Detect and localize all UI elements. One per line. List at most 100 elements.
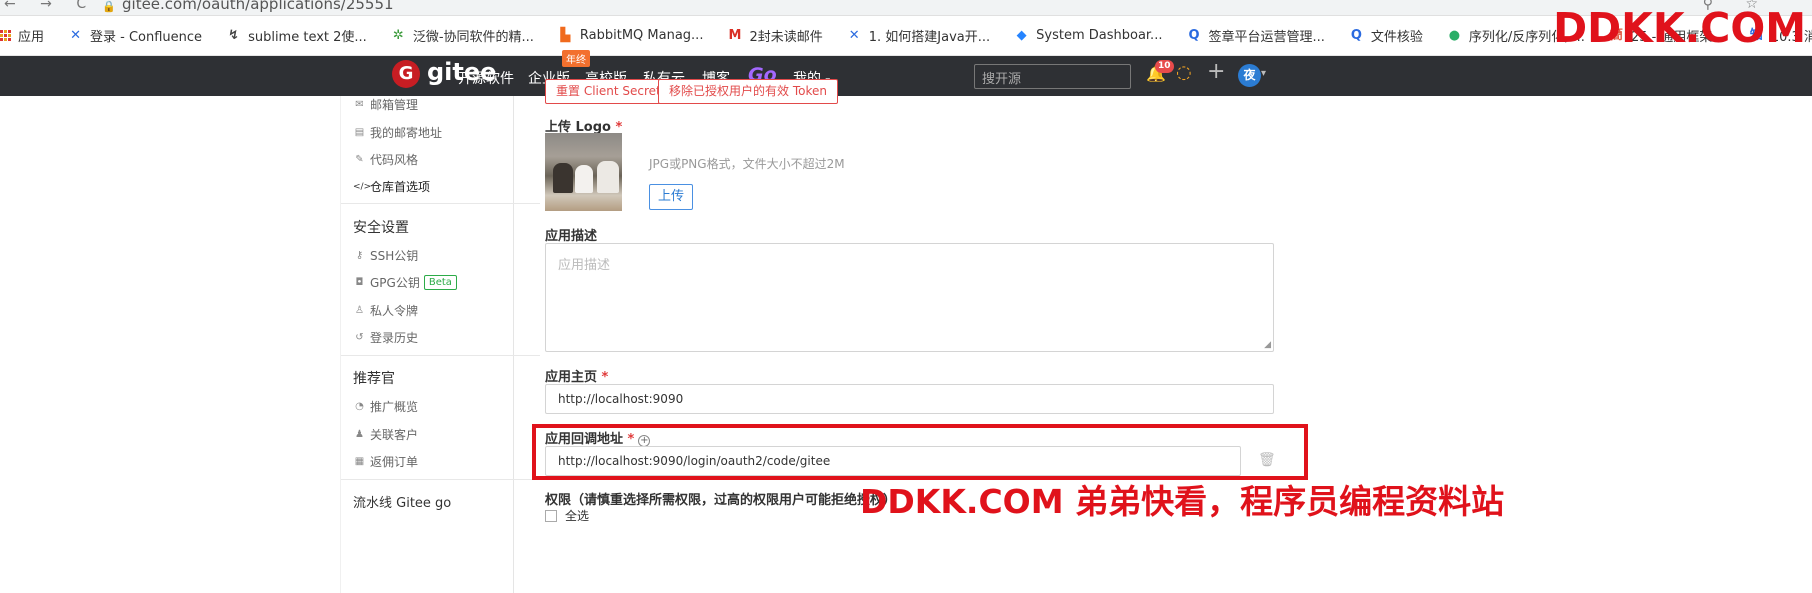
browser-address-bar: ← → C 🔒 gitee.com/oauth/applications/255…: [0, 0, 1812, 16]
bookmark-item[interactable]: M 2封未读邮件: [715, 16, 834, 55]
apps-grid-icon: [0, 30, 11, 41]
resize-handle-icon[interactable]: ◢: [1264, 340, 1271, 350]
avatar-chevron-down-icon[interactable]: ▾: [1261, 68, 1266, 79]
sidebar-heading-security: 安全设置: [353, 220, 409, 236]
sidebar-item-label: GPG公钥: [370, 276, 420, 290]
description-label: 应用描述: [545, 229, 598, 244]
bookmark-label: RabbitMQ Manag...: [579, 28, 704, 43]
sidebar-item-ssh[interactable]: ⚷ SSH公钥: [353, 247, 418, 264]
sidebar-item-login-history[interactable]: ↺ 登录历史: [353, 329, 418, 346]
sidebar-divider: [341, 355, 540, 356]
annual-badge: 年终: [562, 50, 590, 67]
site-header: G gitee 开源软件 企业版 年终 高校版 私有云 博客 Go 我的 ▾ 搜…: [0, 50, 1812, 96]
sidebar-item-label: 代码风格: [370, 153, 419, 167]
bookmark-item[interactable]: Q 签章平台运营管理...: [1174, 16, 1336, 55]
overview-icon: ◔: [355, 401, 364, 412]
sidebar-item-address[interactable]: ▤ 我的邮寄地址: [353, 124, 442, 141]
lock-icon: 🔒: [102, 0, 116, 13]
sublime-icon: ↯: [228, 28, 240, 43]
required-mark: *: [601, 370, 609, 385]
sidebar-heading-pipeline[interactable]: 流水线 Gitee go: [353, 492, 451, 511]
sidebar-item-customers[interactable]: ♟ 关联客户: [353, 426, 418, 443]
homepage-input[interactable]: http://localhost:9090: [545, 384, 1274, 414]
sidebar-item-orders[interactable]: ▦ 返佣订单: [353, 453, 418, 470]
select-all-label: 全选: [565, 509, 590, 523]
revoke-tokens-button[interactable]: 移除已授权用户的有效 Token: [658, 79, 838, 104]
history-icon: ↺: [355, 332, 364, 343]
key-icon: ⚷: [355, 250, 364, 261]
bookmarks-bar: 应用 ✕ 登录 - Confluence ↯ sublime text 2使... ✲ 泛微…: [0, 16, 1812, 56]
avatar[interactable]: 夜: [1238, 64, 1261, 87]
bookmark-label: 签章平台运营管理...: [1208, 30, 1325, 45]
browser-nav-arrows-icon[interactable]: ← → C: [4, 0, 96, 12]
bookmark-label: sublime text 2使...: [248, 30, 367, 45]
sidebar-item-tokens[interactable]: ♙ 私人令牌: [353, 302, 418, 319]
gmail-icon: M: [728, 28, 742, 43]
address-card-icon: ▤: [354, 127, 365, 138]
sidebar-item-promo-overview[interactable]: ◔ 推广概览: [353, 398, 418, 415]
bookmark-label: 泛微-协同软件的精...: [412, 30, 534, 45]
lock-icon: ◘: [355, 277, 364, 288]
sidebar-divider: [341, 479, 540, 480]
watermark-top: DDKK.COM: [1553, 4, 1806, 52]
token-icon: ♙: [355, 305, 364, 316]
sidebar-item-label: 推广概览: [370, 400, 419, 414]
beta-badge: Beta: [423, 275, 457, 290]
description-textarea[interactable]: 应用描述 ◢: [545, 243, 1274, 352]
sidebar-item-label: 邮箱管理: [370, 98, 419, 112]
sidebar-item-gpg[interactable]: ◘ GPG公钥 Beta: [353, 274, 457, 291]
highlight-annotation-box: [532, 424, 1308, 480]
page: ← → C 🔒 gitee.com/oauth/applications/255…: [0, 0, 1812, 593]
bookmark-item[interactable]: ↯ sublime text 2使...: [214, 16, 379, 55]
brush-icon: ✎: [355, 154, 364, 165]
sidebar-item-repo-prefs[interactable]: </> 仓库首选项: [353, 178, 430, 195]
customer-icon: ♟: [355, 429, 364, 440]
confluence-icon: ✕: [848, 28, 860, 43]
sidebar-item-email[interactable]: ✉ 邮箱管理: [353, 96, 418, 113]
sidebar-item-code-style[interactable]: ✎ 代码风格: [353, 151, 418, 168]
reset-client-secret-button[interactable]: 重置 Client Secret: [545, 79, 672, 104]
rabbitmq-icon: ▙: [560, 28, 571, 43]
jira-icon: ◆: [1016, 28, 1027, 43]
bookmark-label: 1. 如何搭建Java开...: [868, 30, 991, 45]
bookmark-label: 文件核验: [1370, 30, 1423, 45]
select-all-checkbox[interactable]: [545, 510, 557, 522]
sidebar-item-label: 登录历史: [370, 331, 419, 345]
mail-icon: ✉: [355, 99, 364, 110]
sidebar-heading-promoter: 推荐官: [353, 371, 395, 387]
bookmark-item[interactable]: ◆ System Dashboar...: [1002, 16, 1174, 55]
confluence-icon: ✕: [70, 28, 81, 43]
q-icon: Q: [1188, 28, 1200, 43]
bookmark-item[interactable]: ✲ 泛微-协同软件的精...: [379, 16, 546, 55]
settings-sidebar: ✉ 邮箱管理 ▤ 我的邮寄地址 ✎ 代码风格 </> 仓库首选项 安全设置 ⚷ …: [340, 96, 540, 593]
homepage-label-text: 应用主页: [545, 370, 598, 385]
lightbulb-icon[interactable]: ◌: [1176, 62, 1192, 83]
bookmark-label: 2封未读邮件: [749, 30, 823, 45]
q-icon: Q: [1350, 28, 1362, 43]
bookmark-item[interactable]: 应用: [0, 16, 56, 55]
bookmark-item[interactable]: ✕ 登录 - Confluence: [56, 16, 214, 55]
bookmark-label: 登录 - Confluence: [90, 30, 203, 45]
app-logo-image: [545, 133, 622, 211]
bookmark-item[interactable]: Q 文件核验: [1337, 16, 1435, 55]
search-input[interactable]: 搜开源: [974, 64, 1131, 89]
watermark-bottom: DDKK.COM 弟弟快看，程序员编程资料站: [860, 482, 1505, 521]
plus-icon[interactable]: +: [1207, 59, 1225, 84]
sidebar-item-label: 关联客户: [370, 428, 419, 442]
address-url[interactable]: gitee.com/oauth/applications/25551: [122, 0, 394, 13]
upload-button[interactable]: 上传: [649, 184, 693, 210]
description-placeholder: 应用描述: [558, 258, 611, 273]
bookmark-item[interactable]: ✕ 1. 如何搭建Java开...: [835, 16, 1002, 55]
bookmark-label: 应用: [18, 30, 45, 45]
nav-open-source[interactable]: 开源软件: [458, 68, 514, 88]
fanwei-icon: ✲: [392, 28, 404, 43]
sidebar-item-label: 返佣订单: [370, 455, 419, 469]
order-icon: ▦: [354, 456, 365, 467]
sidebar-divider: [341, 203, 540, 204]
sidebar-item-label: 私人令牌: [370, 304, 419, 318]
sidebar-item-label: 仓库首选项: [370, 180, 431, 194]
sidebar-item-label: SSH公钥: [370, 249, 419, 263]
upload-hint: JPG或PNG格式，文件大小不超过2M: [649, 157, 845, 171]
sidebar-item-label: 我的邮寄地址: [370, 126, 443, 140]
code-icon: </>: [353, 181, 372, 192]
